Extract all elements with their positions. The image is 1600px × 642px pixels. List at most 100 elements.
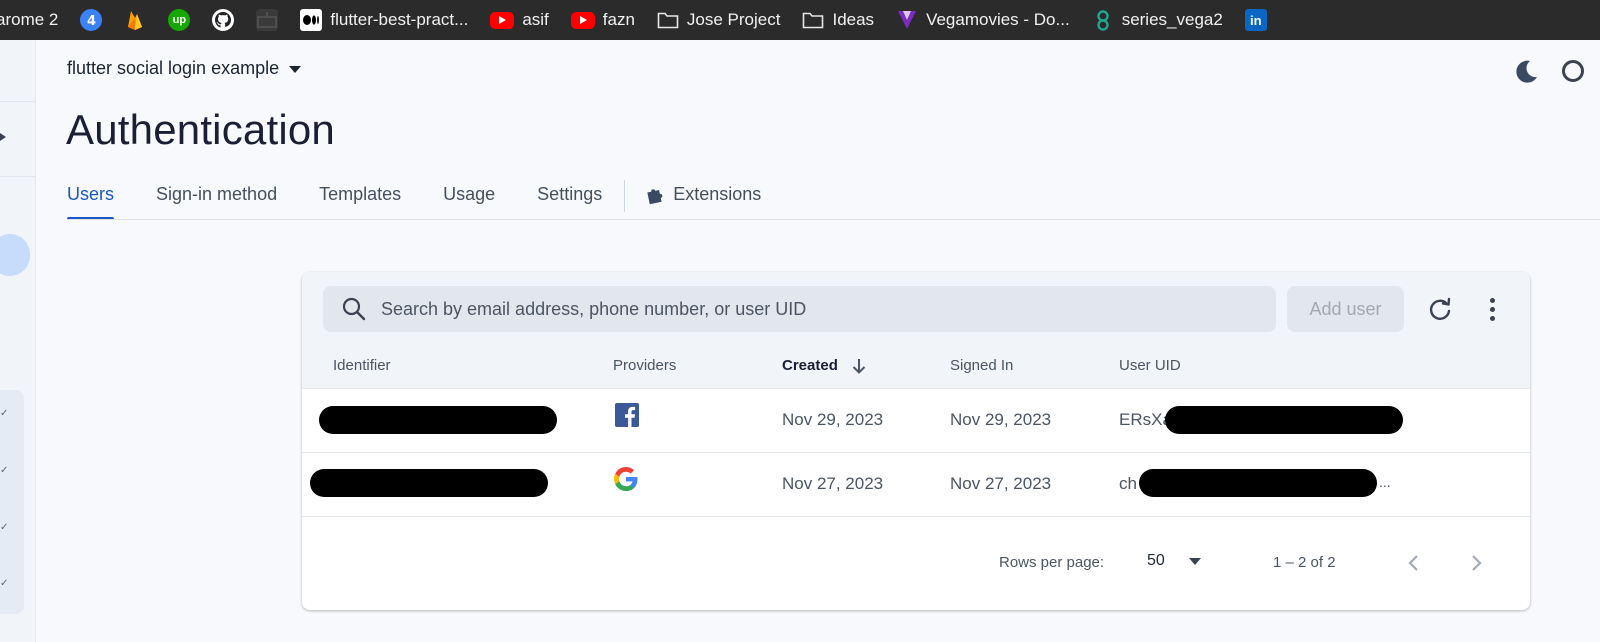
bookmark-jose-project[interactable]: Jose Project <box>657 9 781 31</box>
bookmark-label: Jose Project <box>686 10 781 29</box>
bookmark-chrome2[interactable]: arome 2 <box>0 10 58 30</box>
tab-sign-in-method[interactable]: Sign-in method <box>156 180 277 220</box>
tab-settings[interactable]: Settings <box>537 180 602 220</box>
created-date: Nov 27, 2023 <box>782 474 884 493</box>
signed-in-date: Nov 27, 2023 <box>950 474 1052 493</box>
upwork-icon: up <box>168 9 191 31</box>
user-uid-ellipsis: ... <box>1379 474 1391 490</box>
bookmark-linkedin[interactable]: in <box>1244 9 1267 31</box>
search-input[interactable] <box>381 298 1241 320</box>
left-nav-rail: ✓ ✓ ✓ ✓ <box>0 40 36 642</box>
rows-per-page-select[interactable]: 50 <box>1147 552 1201 570</box>
created-date: Nov 29, 2023 <box>782 410 884 429</box>
bookmark-label: Ideas <box>832 10 875 29</box>
tab-templates[interactable]: Templates <box>319 180 401 220</box>
blue-4-icon: 4 <box>80 9 103 31</box>
user-uid-prefix: ch <box>1119 474 1137 493</box>
caret-down-icon <box>289 66 302 73</box>
page-range: 1 – 2 of 2 <box>1273 554 1336 571</box>
firebase-icon <box>124 9 146 31</box>
redacted-uid <box>1165 406 1403 434</box>
puzzle-icon <box>647 189 663 205</box>
redacted-uid <box>1139 469 1377 497</box>
tabs-underline <box>67 219 1600 220</box>
project-name: flutter social login example <box>67 58 280 78</box>
search-icon <box>342 297 366 321</box>
rail-tool-icon[interactable] <box>0 130 10 144</box>
bookmark-github[interactable] <box>212 9 235 31</box>
rail-divider <box>0 176 36 177</box>
bookmark-label: flutter-best-pract... <box>330 10 469 29</box>
vega-icon <box>896 9 918 31</box>
caret-down-icon <box>1188 557 1201 565</box>
column-header-created[interactable]: Created <box>782 357 866 374</box>
chevron-down-icon[interactable]: ✓ <box>0 578 8 589</box>
chevron-right-icon <box>1472 555 1482 571</box>
bookmark-flutter-best[interactable]: flutter-best-pract... <box>300 9 468 31</box>
rows-per-page-label: Rows per page: <box>999 554 1105 571</box>
redacted-identifier <box>310 469 548 497</box>
bookmarks-bar: arome 2 4 up flutter-best-pract... asif <box>0 0 1600 40</box>
bookmark-vegamovies[interactable]: Vegamovies - Do... <box>896 9 1070 31</box>
sort-down-icon <box>852 358 866 374</box>
youtube-icon <box>490 11 515 29</box>
bookmark-label: Vegamovies - Do... <box>926 10 1070 29</box>
next-page-button[interactable] <box>1465 552 1487 574</box>
infinity-icon <box>1092 9 1114 31</box>
table-row[interactable]: Nov 27, 2023 Nov 27, 2023 ch ... <box>302 453 1530 517</box>
column-header-signed-in[interactable]: Signed In <box>950 357 1013 374</box>
bookmark-asif[interactable]: asif <box>490 10 549 30</box>
rail-active-item[interactable] <box>0 234 30 276</box>
facebook-icon <box>615 403 639 427</box>
bookmark-firebase[interactable] <box>124 9 146 31</box>
bookmark-series-vega2[interactable]: series_vega2 <box>1092 9 1223 31</box>
column-header-providers[interactable]: Providers <box>613 357 676 374</box>
chevron-down-icon[interactable]: ✓ <box>0 465 8 476</box>
refresh-button[interactable] <box>1426 295 1454 323</box>
folder-icon <box>802 9 824 31</box>
bookmark-label: series_vega2 <box>1121 10 1223 29</box>
chevron-left-icon <box>1408 555 1418 571</box>
medium-icon <box>300 9 323 31</box>
more-vert-icon <box>1489 297 1495 303</box>
rail-divider <box>0 101 36 102</box>
more-options-button[interactable] <box>1480 295 1504 323</box>
user-uid-prefix: ERsXa <box>1119 410 1172 429</box>
bookmark-fazn[interactable]: fazn <box>570 10 635 30</box>
bookmark-label: arome 2 <box>0 10 59 29</box>
bookmark-ideas[interactable]: Ideas <box>802 9 874 31</box>
redacted-identifier <box>319 406 557 434</box>
svg-text:4: 4 <box>87 14 96 28</box>
signed-in-date: Nov 29, 2023 <box>950 410 1052 429</box>
tab-users[interactable]: Users <box>67 180 115 220</box>
bookmark-dark[interactable] <box>256 9 279 31</box>
dark-tab-icon <box>256 9 279 31</box>
bookmark-label: fazn <box>602 10 635 29</box>
folder-icon <box>657 9 679 31</box>
dark-mode-toggle[interactable] <box>1512 58 1540 86</box>
chevron-down-icon[interactable]: ✓ <box>0 522 8 533</box>
previous-page-button[interactable] <box>1403 552 1425 574</box>
tab-bar: Users Sign-in method Templates Usage Set… <box>67 180 803 220</box>
youtube-icon <box>570 11 595 29</box>
rows-per-page-value: 50 <box>1147 552 1165 569</box>
bookmark-blue-4[interactable]: 4 <box>80 9 103 31</box>
google-icon <box>614 467 638 491</box>
project-selector[interactable]: flutter social login example <box>67 58 302 79</box>
bookmark-upwork[interactable]: up <box>168 9 191 31</box>
page-title: Authentication <box>66 106 335 153</box>
users-card: Add user Identifier Providers Created Si… <box>302 272 1530 610</box>
moon-icon <box>1516 60 1537 83</box>
tab-usage[interactable]: Usage <box>443 180 495 220</box>
search-bar[interactable] <box>323 286 1276 332</box>
bookmark-label: asif <box>522 10 549 29</box>
chevron-down-icon[interactable]: ✓ <box>0 408 8 419</box>
column-header-identifier[interactable]: Identifier <box>333 357 391 374</box>
table-row[interactable]: Nov 29, 2023 Nov 29, 2023 ERsXa <box>302 389 1530 453</box>
linkedin-icon: in <box>1244 9 1267 31</box>
column-header-user-uid[interactable]: User UID <box>1119 357 1181 374</box>
tab-extensions[interactable]: Extensions <box>645 180 761 220</box>
account-icon[interactable] <box>1562 60 1584 82</box>
tab-separator <box>624 180 626 212</box>
add-user-button[interactable]: Add user <box>1287 286 1404 332</box>
